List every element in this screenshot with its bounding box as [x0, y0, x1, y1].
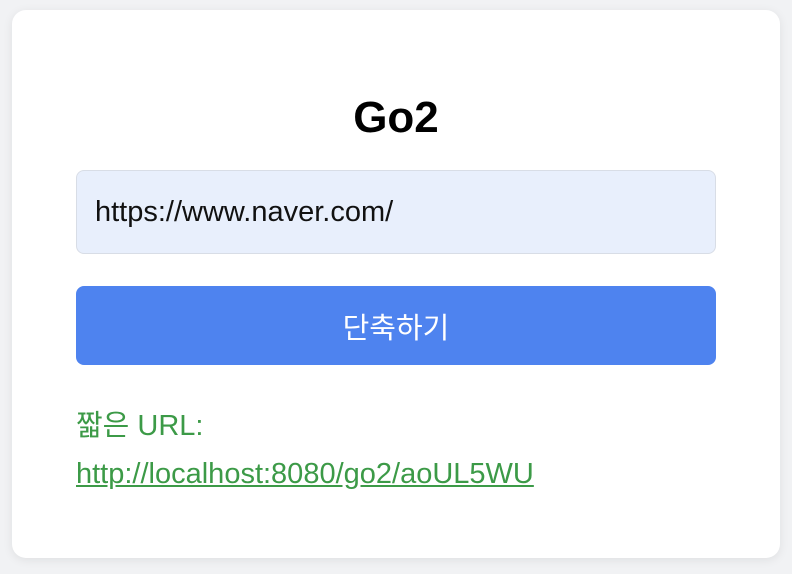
url-input[interactable]	[76, 170, 716, 254]
shorten-button[interactable]: 단축하기	[76, 286, 716, 365]
app-title: Go2	[353, 93, 439, 142]
short-url-link[interactable]: http://localhost:8080/go2/aoUL5WU	[76, 450, 534, 498]
result-section: 짧은 URL: http://localhost:8080/go2/aoUL5W…	[76, 402, 534, 498]
shortener-card: Go2 단축하기 짧은 URL: http://localhost:8080/g…	[12, 10, 780, 558]
result-label: 짧은 URL:	[76, 410, 204, 442]
